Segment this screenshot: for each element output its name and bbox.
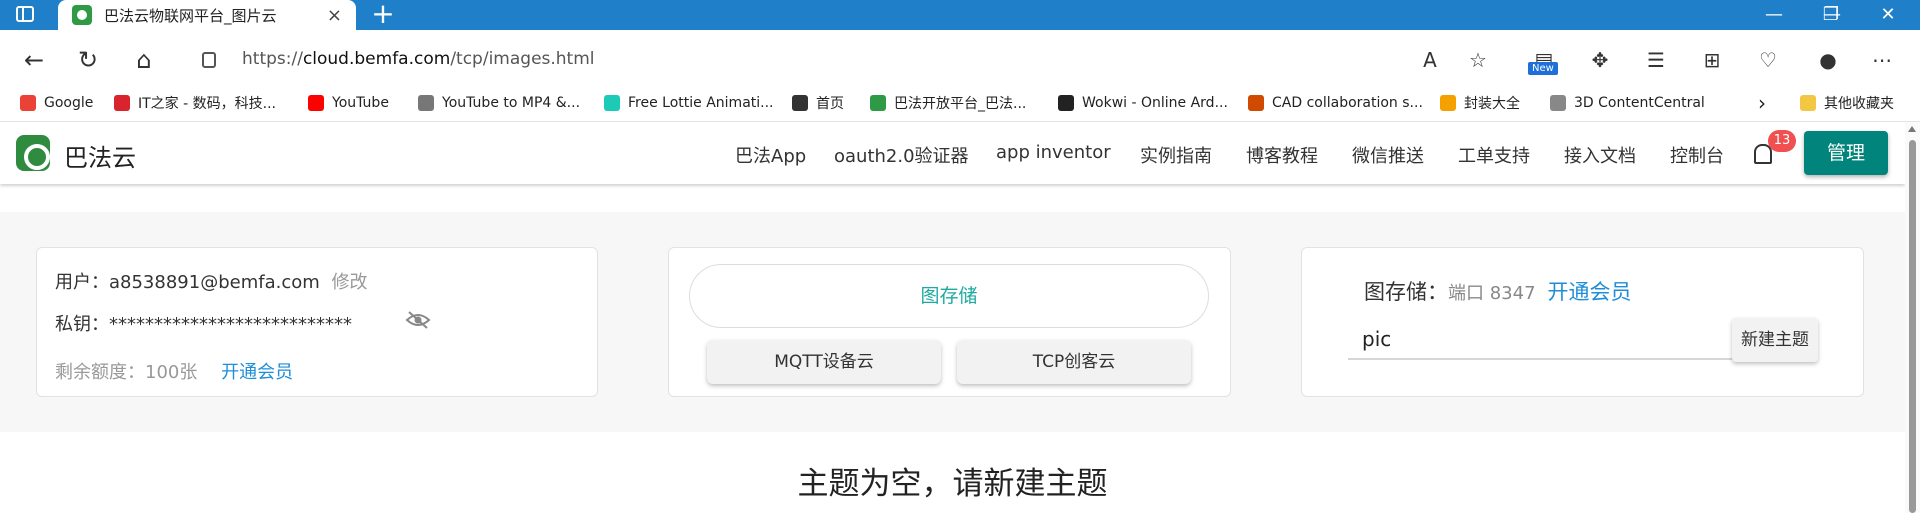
extensions-icon[interactable]: ✥ [1584,44,1616,76]
eye-hidden-icon[interactable] [405,310,431,330]
image-storage-title: 图存储：端口 8347 开通会员 [1364,280,1632,304]
nav-app-inventor[interactable]: app inventor [996,142,1111,163]
url-text: https://cloud.bemfa.com/tcp/images.html [242,49,595,69]
profile-avatar[interactable]: ● [1812,44,1844,76]
bookmark-item[interactable]: Free Lottie Animati... [604,90,774,116]
bookmark-item[interactable]: YouTube to MP4 &... [418,90,580,116]
health-icon[interactable]: ♡ [1752,44,1784,76]
bookmark-item[interactable]: 3D ContentCentral [1550,90,1705,116]
user-email: a8538891@bemfa.com [109,272,320,293]
url-field[interactable]: https://cloud.bemfa.com/tcp/images.html [190,38,1490,82]
google-icon [20,95,36,111]
more-bookmarks-icon[interactable]: › [1758,90,1766,116]
bookmarks-bar: Google IT之家 - 数码，科技... YouTube YouTube t… [0,84,1920,122]
nav-wechat-push[interactable]: 微信推送 [1352,142,1424,168]
bookmark-item[interactable]: Google [20,90,93,116]
site-header: 巴法云 巴法App oauth2.0验证器 app inventor 实例指南 … [0,122,1905,184]
nav-blog[interactable]: 博客教程 [1246,142,1318,168]
new-topic-button[interactable]: 新建主题 [1732,318,1818,362]
lock-icon[interactable] [202,52,216,68]
bemfa-icon [870,95,886,111]
site-logo-text[interactable]: 巴法云 [64,138,136,173]
maximize-icon[interactable]: ❐ [1811,0,1851,30]
youtube-icon [308,95,324,111]
notification-badge: 13 [1768,130,1796,152]
user-label: 用户： [55,272,109,293]
minimize-window-icon[interactable]: — [1754,0,1794,30]
open-vip-link[interactable]: 开通会员 [221,362,293,383]
ithome-icon [114,95,130,111]
collections-icon[interactable]: ⊞ [1696,44,1728,76]
edit-user-link[interactable]: 修改 [332,272,368,293]
back-icon[interactable]: ← [18,44,50,76]
close-window-icon[interactable]: ✕ [1868,0,1908,30]
open-vip-link-2[interactable]: 开通会员 [1548,280,1632,304]
account-card: 用户：a8538891@bemfa.com 修改 私钥：************… [36,247,598,397]
gc-icon [1248,95,1264,111]
refresh-icon[interactable]: ↻ [72,44,104,76]
converter-icon [418,95,434,111]
user-row: 用户：a8538891@bemfa.com 修改 [55,268,368,294]
bemfa-logo-icon[interactable] [16,135,50,171]
new-badge: New [1528,62,1558,75]
bookmark-item[interactable]: 封装大全 [1440,90,1520,116]
tab-title: 巴法云物联网平台_图片云 [104,6,277,25]
bookmark-item[interactable]: YouTube [308,90,389,116]
new-tab-button[interactable]: + [368,0,398,30]
tab-close-icon[interactable]: × [327,5,342,26]
nav-console[interactable]: 控制台 [1670,142,1724,168]
browser-tab-active[interactable]: 巴法云物联网平台_图片云 × [58,0,356,30]
bookmark-item[interactable]: 首页 [792,90,844,116]
home-icon[interactable]: ⌂ [128,44,160,76]
lottie-icon [604,95,620,111]
service-card: 图存储 MQTT设备云 TCP创客云 [668,247,1231,397]
scroll-thumb[interactable] [1909,140,1916,513]
favorite-star-icon[interactable]: ☆ [1462,44,1494,76]
empty-topics-message: 主题为空，请新建主题 [797,466,1108,502]
nav-bemfa-app[interactable]: 巴法App [735,142,806,168]
nav-examples[interactable]: 实例指南 [1140,142,1212,168]
page-scrollbar[interactable] [1905,122,1920,513]
favorites-icon[interactable]: ☰ [1640,44,1672,76]
bookmark-item[interactable]: IT之家 - 数码，科技... [114,90,276,116]
bookmark-item[interactable]: CAD collaboration s... [1248,90,1423,116]
quota-text: 剩余额度：100张 [55,362,198,383]
port-text: 端口 8347 [1448,283,1536,304]
wokwi-icon [1058,95,1074,111]
tcp-cloud-button[interactable]: TCP创客云 [957,340,1191,384]
key-row: 私钥：*************************** [55,310,352,336]
home-page-icon [792,95,808,111]
tab-actions-icon[interactable] [16,6,34,22]
manage-button[interactable]: 管理 [1804,131,1888,175]
bookmark-item[interactable]: 巴法开放平台_巴法... [870,90,1026,116]
more-icon[interactable]: ⋯ [1866,44,1898,76]
read-aloud-icon[interactable]: A [1414,44,1446,76]
bookmark-item[interactable]: Wokwi - Online Ard... [1058,90,1228,116]
mqtt-cloud-button[interactable]: MQTT设备云 [707,340,941,384]
key-masked-value: *************************** [109,314,352,335]
nav-oauth[interactable]: oauth2.0验证器 [834,142,969,168]
nav-ticket-support[interactable]: 工单支持 [1458,142,1530,168]
nav-docs[interactable]: 接入文档 [1564,142,1636,168]
folder-icon [1800,95,1816,111]
scroll-up-icon[interactable] [1908,126,1916,132]
bemfa-favicon-icon [72,5,92,25]
tab-strip: 巴法云物联网平台_图片云 × + — [0,0,1920,30]
other-favorites-folder[interactable]: 其他收藏夹 [1800,90,1894,116]
quota-row: 剩余额度：100张 开通会员 [55,358,293,384]
topic-card: 图存储：端口 8347开通会员 新建主题 [1301,247,1864,397]
package-icon [1440,95,1456,111]
address-bar: ← ↻ ⌂ https://cloud.bemfa.com/tcp/images… [0,30,1920,90]
image-storage-button[interactable]: 图存储 [689,264,1209,328]
3dcc-icon [1550,95,1566,111]
key-label: 私钥： [55,314,109,335]
topic-name-input[interactable] [1348,320,1762,360]
